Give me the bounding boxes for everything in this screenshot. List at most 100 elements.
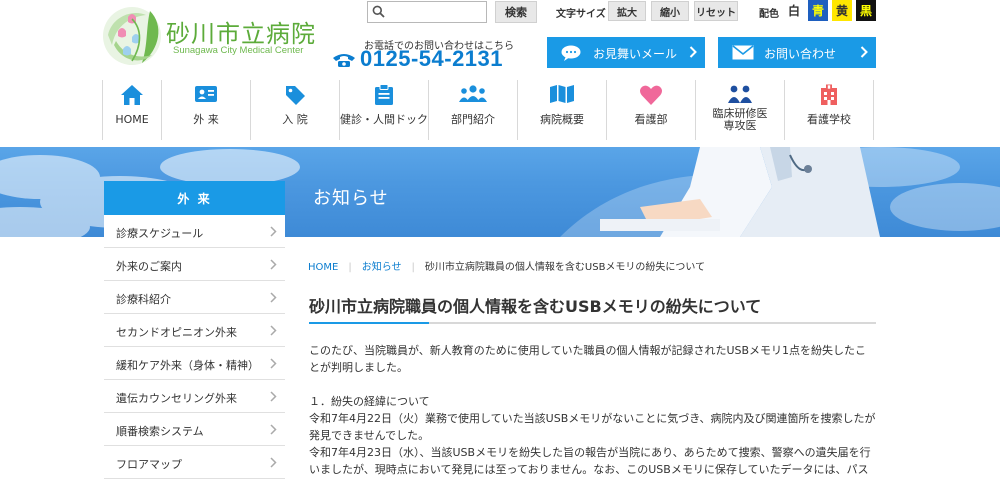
sidebar-item-outpatient-guide[interactable]: 外来のご案内	[104, 248, 285, 281]
breadcrumb-separator: |	[411, 262, 415, 273]
sidebar-item-label: 診療スケジュール	[116, 227, 204, 240]
gnav-item-health-checkup[interactable]: 健診・人間ドック	[340, 80, 429, 140]
heart-icon	[639, 85, 663, 105]
visit-mail-label: お見舞いメール	[593, 47, 678, 61]
breadcrumb-section-link[interactable]: お知らせ	[362, 258, 402, 273]
building-icon	[821, 84, 837, 105]
sidebar-item-queue-search[interactable]: 順番検索システム	[104, 413, 285, 446]
gnav-label: 臨床研修医 専攻医	[712, 107, 768, 132]
chevron-right-icon	[270, 226, 277, 237]
gnav-item-residents[interactable]: 臨床研修医 専攻医	[696, 80, 785, 140]
gnav-label: 部門紹介	[451, 113, 495, 126]
sidebar-heading: 外 来	[104, 181, 285, 215]
breadcrumb-home-link[interactable]: HOME	[308, 262, 338, 273]
font-size-label: 文字サイズ	[556, 9, 606, 20]
color-scheme-label: 配色	[759, 9, 779, 20]
logo-name-en: Sunagawa City Medical Center	[173, 45, 304, 56]
gnav-item-nursing[interactable]: 看護部	[607, 80, 696, 140]
article-paragraph: このたび、当院職員が、新人教育のために使用していた職員の個人情報が記録されたUS…	[309, 344, 867, 357]
chevron-right-icon	[860, 46, 868, 58]
map-icon	[550, 85, 574, 103]
sidebar-item-floor-map[interactable]: フロアマップ	[104, 446, 285, 479]
title-underline	[309, 322, 876, 324]
sidebar-item-schedule[interactable]: 診療スケジュール	[104, 215, 285, 248]
sidebar-item-label: 遺伝カウンセリング外来	[116, 392, 237, 405]
font-size-decrease-button[interactable]: 縮小	[651, 1, 689, 21]
sidebar-item-departments[interactable]: 診療科紹介	[104, 281, 285, 314]
tag-icon	[286, 86, 305, 105]
color-blue-button[interactable]: 青	[808, 0, 828, 21]
sidebar-item-genetic-counseling[interactable]: 遺伝カウンセリング外来	[104, 380, 285, 413]
gnav-label: 外 来	[193, 113, 219, 126]
sidebar-item-second-opinion[interactable]: セカンドオピニオン外来	[104, 314, 285, 347]
sidebar-list: 診療スケジュール 外来のご案内 診療科紹介 セカンドオピニオン外来 緩和ケア外来…	[104, 215, 285, 479]
search-input[interactable]	[388, 3, 484, 24]
hospital-logo[interactable]: 砂川市立病院 Sunagawa City Medical Center	[102, 5, 332, 67]
article-body: このたび、当院職員が、新人教育のために使用していた職員の個人情報が記録されたUS…	[309, 342, 879, 478]
chevron-right-icon	[270, 358, 277, 369]
color-yellow-button[interactable]: 黄	[832, 0, 852, 21]
breadcrumb: HOME | お知らせ | 砂川市立病院職員の個人情報を含むUSBメモリの紛失について	[308, 258, 705, 273]
gnav-item-hospital-overview[interactable]: 病院概要	[518, 80, 607, 140]
search-field[interactable]	[367, 1, 487, 24]
phone-number-text: 0125-54-2131	[360, 46, 504, 71]
envelope-icon	[732, 45, 754, 60]
sidebar-item-label: 順番検索システム	[116, 425, 204, 438]
speech-bubble-icon	[561, 45, 581, 61]
chevron-right-icon	[270, 424, 277, 435]
inquiry-button[interactable]: お問い合わせ	[718, 37, 876, 68]
gnav-item-nursing-school[interactable]: 看護学校	[785, 80, 874, 140]
gnav-item-outpatient[interactable]: 外 来	[162, 80, 251, 140]
color-white-button[interactable]: 白	[784, 0, 804, 21]
home-icon	[121, 85, 143, 105]
chevron-right-icon	[270, 325, 277, 336]
breadcrumb-current: 砂川市立病院職員の個人情報を含むUSBメモリの紛失について	[424, 262, 706, 273]
gnav-label: 看護部	[634, 113, 668, 126]
article-paragraph: 令和7年4月23日（水）、当該USBメモリを紛失した旨の報告が当院にあり、あらた…	[309, 446, 871, 459]
chevron-right-icon	[689, 46, 697, 58]
color-black-button[interactable]: 黒	[856, 0, 876, 21]
sidebar: 外 来 診療スケジュール 外来のご案内 診療科紹介 セカンドオピニオン外来 緩和…	[104, 181, 285, 479]
global-nav: HOME 外 来 入 院 健診・人間ドック 部門紹介 病院概要 看護部 臨床研修…	[102, 80, 878, 140]
article-paragraph: 令和7年4月22日（火）業務で使用していた当該USBメモリがないことに気づき、病…	[309, 412, 876, 425]
doctors-icon	[728, 85, 752, 103]
gnav-item-home[interactable]: HOME	[103, 80, 162, 140]
visit-mail-button[interactable]: お見舞いメール	[547, 37, 705, 68]
gnav-label: 病院概要	[540, 113, 584, 126]
search-icon	[372, 5, 385, 18]
article-paragraph: いましたが、現時点において発見には至っておりません。なお、このUSBメモリに保存…	[309, 463, 869, 476]
font-size-increase-button[interactable]: 拡大	[608, 1, 646, 21]
font-size-reset-button[interactable]: リセット	[694, 1, 738, 21]
logo-name-jp: 砂川市立病院	[166, 20, 316, 48]
gnav-label: 健診・人間ドック	[340, 113, 428, 126]
bell-flower-logo-icon	[103, 7, 161, 65]
title-underline-accent	[309, 322, 429, 324]
gnav-label: 入 院	[282, 113, 308, 126]
phone-number[interactable]: 0125-54-2131	[332, 46, 503, 72]
gnav-item-inpatient[interactable]: 入 院	[251, 80, 340, 140]
sidebar-item-label: 外来のご案内	[116, 260, 182, 273]
article-title: 砂川市立病院職員の個人情報を含むUSBメモリの紛失について	[309, 297, 762, 316]
article-paragraph: 発見できませんでした。	[309, 429, 430, 442]
banner-title: お知らせ	[313, 188, 389, 209]
inquiry-label: お問い合わせ	[764, 47, 837, 61]
chevron-right-icon	[270, 391, 277, 402]
gnav-item-departments[interactable]: 部門紹介	[429, 80, 518, 140]
sidebar-item-palliative-care[interactable]: 緩和ケア外来（身体・精神）	[104, 347, 285, 380]
sidebar-item-label: 緩和ケア外来（身体・精神）	[116, 359, 259, 372]
chevron-right-icon	[270, 259, 277, 270]
breadcrumb-separator: |	[348, 262, 352, 273]
gnav-label: 看護学校	[807, 113, 851, 126]
sidebar-item-label: セカンドオピニオン外来	[116, 326, 237, 339]
clipboard-icon	[375, 84, 393, 105]
sidebar-item-label: フロアマップ	[116, 458, 182, 471]
people-icon	[459, 85, 487, 102]
chevron-right-icon	[270, 457, 277, 468]
chevron-right-icon	[270, 292, 277, 303]
sidebar-item-label: 診療科紹介	[116, 293, 171, 306]
search-button[interactable]: 検索	[495, 1, 537, 23]
outpatient-card-icon	[195, 86, 217, 102]
section-heading: １．紛失の経緯について	[309, 395, 430, 408]
article-paragraph: とが判明しました。	[309, 361, 408, 374]
